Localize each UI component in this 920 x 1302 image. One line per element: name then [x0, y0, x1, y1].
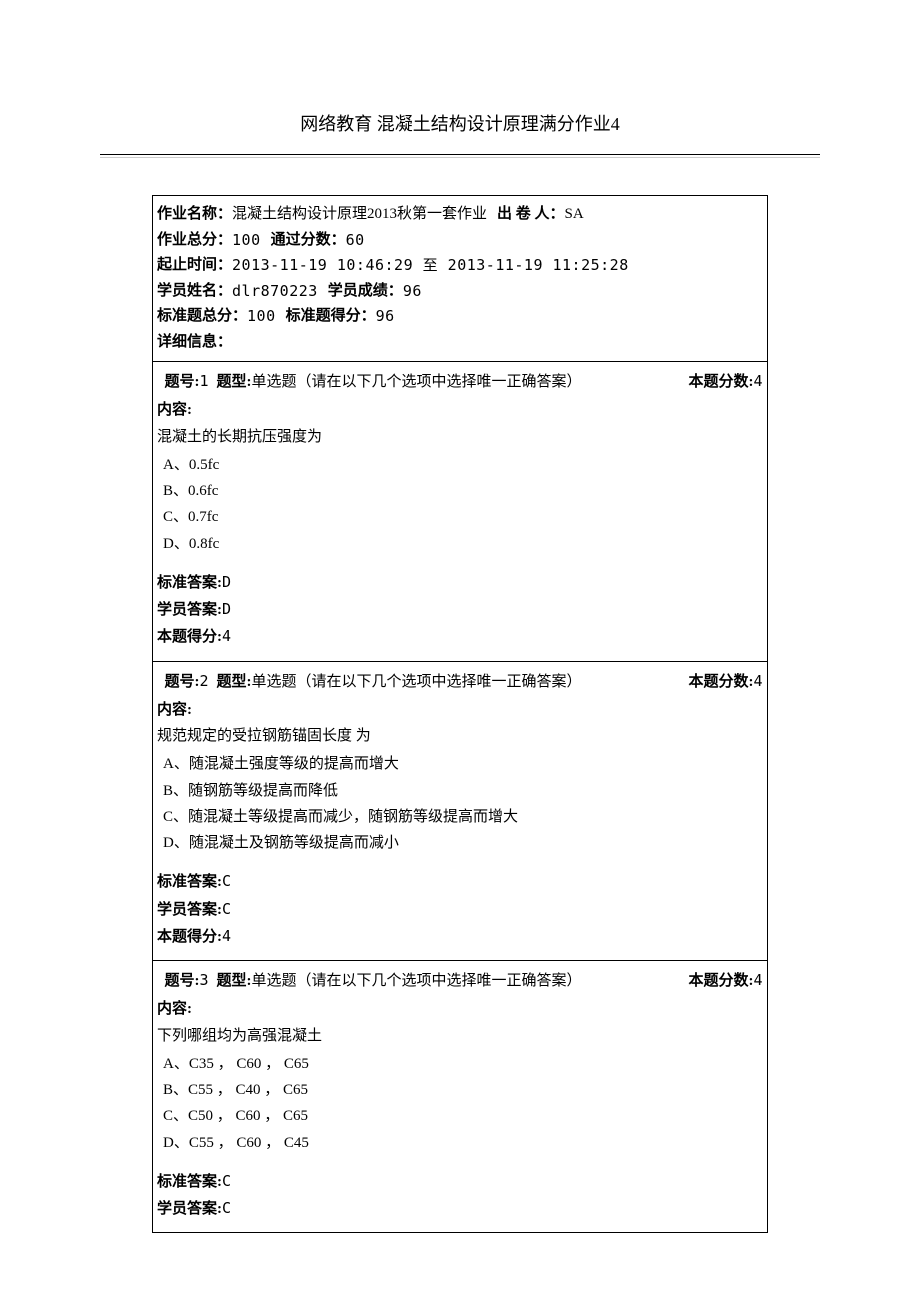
option-item: B、C55 ， C40 ， C65	[157, 1077, 763, 1103]
qnum-value: 2	[200, 672, 210, 690]
qtype-label: 题型:	[217, 374, 252, 390]
detail-label: 详细信息：	[157, 330, 232, 356]
question-content: 规范规定的受拉钢筋锚固长度 为	[157, 723, 763, 749]
stu-ans-value: C	[222, 900, 232, 918]
content-box: 作业名称： 混凝土结构设计原理2013秋第一套作业 出 卷 人： SA 作业总分…	[152, 195, 768, 1233]
got-value: 4	[222, 927, 232, 945]
got-label: 本题得分:	[157, 629, 222, 645]
options: A、C35 ， C60 ， C65B、C55 ， C40 ， C65C、C50 …	[157, 1051, 763, 1156]
student-label: 学员姓名：	[157, 279, 232, 305]
score-label: 学员成绩：	[328, 279, 403, 305]
pass-value: 60	[346, 228, 365, 254]
content-label: 内容:	[157, 402, 192, 418]
option-item: D、随混凝土及钢筋等级提高而减小	[157, 830, 763, 856]
qnum-label: 题号:	[165, 973, 200, 989]
stu-ans-label: 学员答案:	[157, 1201, 222, 1217]
option-item: B、随钢筋等级提高而降低	[157, 778, 763, 804]
question-content: 下列哪组均为高强混凝土	[157, 1023, 763, 1049]
qscore-label: 本题分数:	[688, 973, 753, 989]
student-value: dlr870223	[232, 279, 318, 305]
option-item: D、0.8fc	[157, 531, 763, 557]
got-value: 4	[222, 627, 232, 645]
qnum-label: 题号:	[165, 674, 200, 690]
option-item: D、C55 ， C60 ， C45	[157, 1130, 763, 1156]
qnum-value: 1	[200, 372, 210, 390]
name-label: 作业名称：	[157, 202, 232, 228]
std-ans-value: C	[222, 872, 232, 890]
title-part2: 混凝土结构设计原理	[377, 114, 539, 134]
pass-label: 通过分数：	[271, 228, 346, 254]
qtype-value: 单选题（请在以下几个选项中选择唯一正确答案）	[252, 374, 582, 390]
option-item: A、随混凝土强度等级的提高而增大	[157, 751, 763, 777]
qscore-value: 4	[753, 672, 763, 690]
time-value: 2013-11-19 10:46:29 至 2013-11-19 11:25:2…	[232, 253, 629, 279]
content-label: 内容:	[157, 702, 192, 718]
divider	[100, 154, 820, 155]
std-ans-value: C	[222, 1172, 232, 1190]
total-label: 作业总分：	[157, 228, 232, 254]
option-item: B、0.6fc	[157, 478, 763, 504]
total-value: 100	[232, 228, 261, 254]
qtype-value: 单选题（请在以下几个选项中选择唯一正确答案）	[252, 674, 582, 690]
option-item: A、0.5fc	[157, 452, 763, 478]
qtype-label: 题型:	[217, 973, 252, 989]
std-total-value: 100	[247, 304, 276, 330]
question-content: 混凝土的长期抗压强度为	[157, 424, 763, 450]
page-title: 网络教育 混凝土结构设计原理满分作业4	[100, 110, 820, 136]
std-ans-label: 标准答案:	[157, 874, 222, 890]
title-part1: 网络教育	[300, 114, 372, 134]
option-item: C、随混凝土等级提高而减少，随钢筋等级提高而增大	[157, 804, 763, 830]
question-block: 题号:3 题型:单选题（请在以下几个选项中选择唯一正确答案） 本题分数:4 内容: 下…	[153, 961, 767, 1232]
name-value: 混凝土结构设计原理2013秋第一套作业	[232, 202, 487, 228]
qnum-label: 题号:	[165, 374, 200, 390]
qscore-label: 本题分数:	[688, 674, 753, 690]
author-label: 出 卷 人：	[497, 202, 565, 228]
qtype-label: 题型:	[217, 674, 252, 690]
content-label: 内容:	[157, 1001, 192, 1017]
question-block: 题号:2 题型:单选题（请在以下几个选项中选择唯一正确答案）本题分数:4内容:规…	[153, 662, 767, 962]
score-value: 96	[403, 279, 422, 305]
options: A、0.5fcB、0.6fcC、0.7fcD、0.8fc	[157, 452, 763, 557]
qtype-value: 单选题（请在以下几个选项中选择唯一正确答案）	[252, 973, 582, 989]
stu-ans-label: 学员答案:	[157, 902, 222, 918]
qscore-value: 4	[753, 971, 763, 989]
qscore-value: 4	[753, 372, 763, 390]
question-block: 题号:1 题型:单选题（请在以下几个选项中选择唯一正确答案）本题分数:4内容:混…	[153, 362, 767, 662]
got-label: 本题得分:	[157, 929, 222, 945]
option-item: C、C50 ， C60 ， C65	[157, 1103, 763, 1129]
stu-ans-value: D	[222, 600, 232, 618]
qnum-value: 3	[200, 971, 210, 989]
author-value: SA	[565, 202, 584, 228]
std-total-label: 标准题总分：	[157, 304, 247, 330]
std-ans-label: 标准答案:	[157, 1174, 222, 1190]
options: A、随混凝土强度等级的提高而增大B、随钢筋等级提高而降低C、随混凝土等级提高而减…	[157, 751, 763, 856]
std-score-value: 96	[376, 304, 395, 330]
title-part3: 满分作业4	[539, 114, 620, 134]
std-ans-label: 标准答案:	[157, 575, 222, 591]
std-score-label: 标准题得分：	[286, 304, 376, 330]
header-block: 作业名称： 混凝土结构设计原理2013秋第一套作业 出 卷 人： SA 作业总分…	[153, 196, 767, 362]
option-item: C、0.7fc	[157, 504, 763, 530]
time-label: 起止时间：	[157, 253, 232, 279]
stu-ans-label: 学员答案:	[157, 602, 222, 618]
option-item: A、C35 ， C60 ， C65	[157, 1051, 763, 1077]
std-ans-value: D	[222, 573, 232, 591]
qscore-label: 本题分数:	[688, 374, 753, 390]
stu-ans-value: C	[222, 1199, 232, 1217]
